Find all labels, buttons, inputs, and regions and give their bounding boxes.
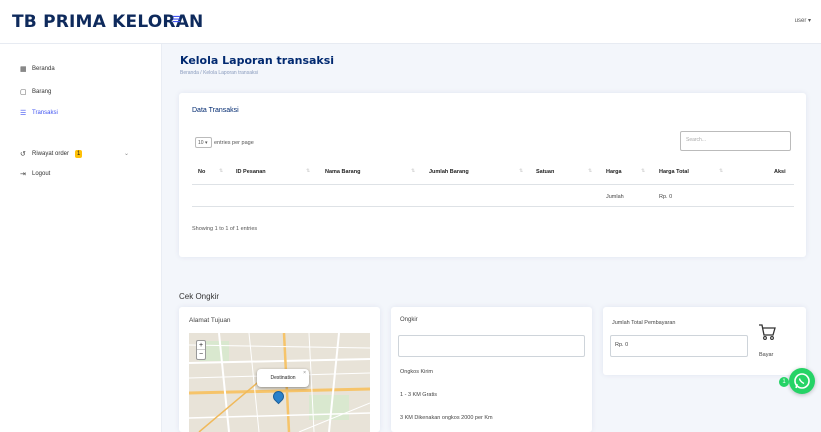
sidebar-item-label: Logout bbox=[32, 171, 51, 177]
column-header-harga-total[interactable]: Harga Total bbox=[659, 169, 689, 175]
ongkir-card: Ongkir Ongkos Kirim 1 - 3 KM Gratis 3 KM… bbox=[391, 307, 592, 432]
whatsapp-icon bbox=[794, 373, 810, 389]
breadcrumb[interactable]: Beranda / Kelola Laporan transaksi bbox=[180, 70, 258, 76]
whatsapp-badge: 1 bbox=[779, 377, 789, 387]
table-cell-harga-total: Rp. 0 bbox=[659, 194, 673, 200]
sidebar-item-transaksi[interactable]: ☰ Transaksi bbox=[20, 106, 58, 120]
sort-icon: ⇅ bbox=[306, 168, 311, 174]
sidebar-item-label: Beranda bbox=[32, 66, 55, 72]
ongkos-kirim-label: Ongkos Kirim bbox=[400, 369, 434, 375]
column-header-nama-barang[interactable]: Nama Barang bbox=[325, 169, 360, 175]
map-zoom-control: + − bbox=[196, 340, 206, 360]
logout-icon: ⇥ bbox=[20, 171, 26, 178]
sort-icon: ⇅ bbox=[219, 168, 224, 174]
destination-map[interactable]: + − Destination × bbox=[189, 333, 370, 432]
sort-icon: ⇅ bbox=[519, 168, 524, 174]
alamat-tujuan-card: Alamat Tujuan + − Destination × bbox=[179, 307, 380, 432]
cart-icon[interactable] bbox=[758, 323, 776, 341]
total-pembayaran-field bbox=[610, 335, 748, 357]
hamburger-menu-icon[interactable]: ≡ bbox=[172, 12, 181, 27]
section-title-cek-ongkir: Cek Ongkir bbox=[179, 292, 220, 301]
table-divider bbox=[192, 184, 794, 185]
popup-label: Destination bbox=[270, 375, 296, 381]
page-title: Kelola Laporan transaksi bbox=[180, 54, 335, 67]
ongkir-field[interactable] bbox=[398, 335, 585, 357]
sidebar-item-riwayat-order[interactable]: ↺ Riwayat order 1 bbox=[20, 147, 83, 161]
ongkir-label: Ongkir bbox=[400, 317, 418, 323]
box-icon: ▢ bbox=[20, 89, 27, 96]
sort-icon: ⇅ bbox=[719, 168, 724, 174]
entries-select[interactable]: 10 ▾ bbox=[195, 137, 212, 148]
column-header-harga[interactable]: Harga bbox=[606, 169, 622, 175]
sort-icon: ⇅ bbox=[588, 168, 593, 174]
map-popup: Destination × bbox=[257, 369, 309, 387]
table-cell-harga: Jumlah bbox=[606, 194, 624, 200]
sidebar-item-beranda[interactable]: ▦ Beranda bbox=[20, 62, 55, 76]
card-title: Data Transaksi bbox=[192, 107, 239, 114]
column-header-id-pesanan[interactable]: ID Pesanan bbox=[236, 169, 266, 175]
sidebar-item-label: Barang bbox=[32, 89, 52, 95]
sidebar: ▦ Beranda ▢ Barang ☰ Transaksi ↺ Riwayat… bbox=[0, 44, 162, 432]
pembayaran-card: Jumlah Total Pembayaran Rp. 0 Bayar bbox=[603, 307, 806, 375]
total-pembayaran-label: Jumlah Total Pembayaran bbox=[612, 320, 676, 326]
chevron-down-icon[interactable]: ⌄ bbox=[124, 150, 129, 157]
column-header-satuan[interactable]: Satuan bbox=[536, 169, 554, 175]
top-bar: TB PRIMA KELORAN ≡ user ▾ bbox=[0, 0, 821, 44]
table-search-input[interactable]: Search... bbox=[680, 131, 791, 151]
alamat-tujuan-label: Alamat Tujuan bbox=[189, 317, 231, 324]
order-count-badge: 1 bbox=[75, 150, 83, 158]
entries-label: entries per page bbox=[214, 139, 254, 146]
column-header-aksi[interactable]: Aksi bbox=[774, 169, 786, 175]
zoom-in-button[interactable]: + bbox=[197, 341, 205, 350]
history-icon: ↺ bbox=[20, 151, 26, 158]
sort-icon: ⇅ bbox=[641, 168, 646, 174]
data-transaksi-card: Data Transaksi 10 ▾ entries per page Sea… bbox=[179, 93, 806, 257]
sidebar-item-label: Transaksi bbox=[32, 110, 58, 116]
sort-icon: ⇅ bbox=[411, 168, 416, 174]
receipt-icon: ☰ bbox=[20, 110, 27, 117]
sidebar-item-label: Riwayat order bbox=[32, 151, 70, 157]
entries-per-page: 10 ▾ entries per page bbox=[195, 137, 254, 148]
close-icon[interactable]: × bbox=[303, 364, 306, 382]
ongkir-rule-1: 1 - 3 KM Gratis bbox=[400, 392, 437, 398]
column-header-no[interactable]: No bbox=[198, 169, 205, 175]
ongkir-rule-2: 3 KM Dikenakan ongkos 2000 per Km bbox=[400, 415, 493, 421]
whatsapp-button[interactable] bbox=[789, 368, 815, 394]
column-header-jumlah-barang[interactable]: Jumlah Barang bbox=[429, 169, 469, 175]
table-divider bbox=[192, 206, 794, 207]
table-info: Showing 1 to 1 of 1 entries bbox=[192, 226, 258, 232]
total-pembayaran-value: Rp. 0 bbox=[615, 342, 629, 348]
zoom-out-button[interactable]: − bbox=[197, 350, 205, 359]
grid-icon: ▦ bbox=[20, 66, 27, 73]
bayar-button[interactable]: Bayar bbox=[759, 352, 773, 358]
sidebar-item-logout[interactable]: ⇥ Logout bbox=[20, 167, 50, 181]
sidebar-item-barang[interactable]: ▢ Barang bbox=[20, 85, 51, 99]
user-dropdown[interactable]: user ▾ bbox=[795, 17, 811, 24]
